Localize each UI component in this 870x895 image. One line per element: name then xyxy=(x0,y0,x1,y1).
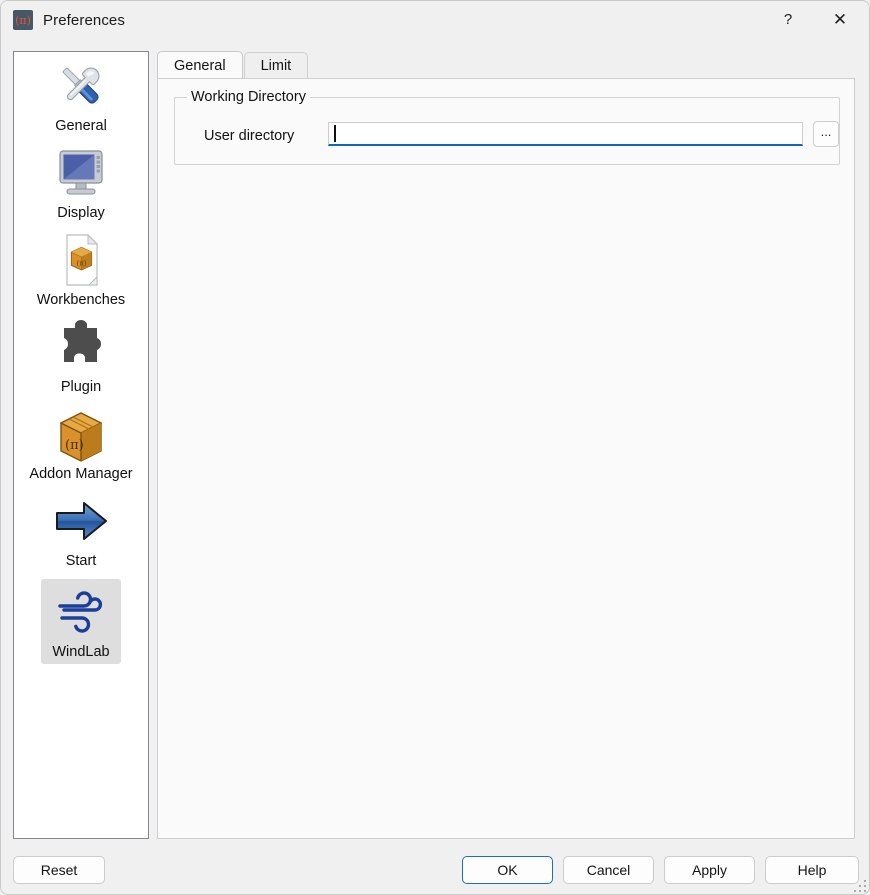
sidebar-item-label: Start xyxy=(63,552,100,570)
sidebar-item-label: Display xyxy=(54,204,108,222)
apply-button[interactable]: Apply xyxy=(664,856,755,884)
preferences-category-list[interactable]: General Displ xyxy=(13,51,149,839)
titlebar-help-icon[interactable]: ? xyxy=(765,1,811,38)
svg-text:(π): (π) xyxy=(65,438,84,453)
tab-bar: General Limit xyxy=(157,51,855,79)
sidebar-item-windlab[interactable]: WindLab xyxy=(14,574,148,668)
user-directory-input[interactable] xyxy=(328,122,803,146)
help-button[interactable]: Help xyxy=(765,856,859,884)
sidebar-item-label: WindLab xyxy=(49,643,112,661)
sidebar-item-label: Addon Manager xyxy=(26,465,135,483)
tab-general[interactable]: General xyxy=(157,51,243,79)
cancel-button[interactable]: Cancel xyxy=(563,856,654,884)
dialog-body: General Displ xyxy=(1,39,870,851)
monitor-icon xyxy=(49,144,113,202)
tab-limit[interactable]: Limit xyxy=(244,52,309,79)
wind-icon xyxy=(49,583,113,641)
pi-box-icon: (π) xyxy=(13,10,33,30)
sidebar-item-label: General xyxy=(52,117,110,135)
sidebar-item-plugin[interactable]: Plugin xyxy=(14,313,148,400)
preferences-content-panel: General Limit Working Directory User dir… xyxy=(157,51,855,839)
sidebar-item-display[interactable]: Display xyxy=(14,139,148,226)
close-icon[interactable]: ✕ xyxy=(817,1,863,38)
sidebar-item-start[interactable]: Start xyxy=(14,487,148,574)
svg-text:(π): (π) xyxy=(76,258,86,267)
text-caret xyxy=(334,125,336,142)
sidebar-item-label: Plugin xyxy=(58,378,104,396)
group-title: Working Directory xyxy=(187,89,310,105)
cardboard-box-icon: (π) xyxy=(49,405,113,463)
window-title: Preferences xyxy=(43,12,125,29)
tab-page-general: Working Directory User directory ... xyxy=(157,78,855,839)
sidebar-item-general[interactable]: General xyxy=(14,52,148,139)
sidebar-item-label: Workbenches xyxy=(34,291,128,309)
dialog-footer: Reset OK Cancel Apply Help xyxy=(1,851,870,895)
puzzle-piece-icon xyxy=(49,318,113,376)
title-bar: (π) Preferences ? ✕ xyxy=(1,1,870,39)
page-with-box-icon: (π) xyxy=(49,231,113,289)
sidebar-item-addon-manager[interactable]: (π) Addon Manager xyxy=(14,400,148,487)
reset-button[interactable]: Reset xyxy=(13,856,105,884)
blue-arrow-right-icon xyxy=(49,492,113,550)
ok-button[interactable]: OK xyxy=(462,856,553,884)
resize-grip[interactable] xyxy=(854,880,867,893)
working-directory-group: Working Directory User directory ... xyxy=(174,97,840,165)
wrench-screwdriver-icon xyxy=(49,57,113,115)
sidebar-item-workbenches[interactable]: (π) Workbenches xyxy=(14,226,148,313)
user-directory-label: User directory xyxy=(204,128,294,144)
browse-directory-button[interactable]: ... xyxy=(813,121,839,147)
preferences-dialog: (π) Preferences ? ✕ xyxy=(0,0,870,895)
